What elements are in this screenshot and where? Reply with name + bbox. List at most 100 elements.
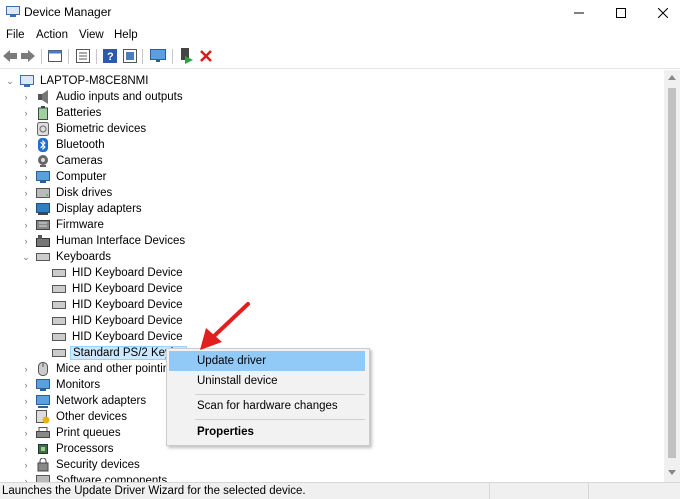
menu-bar: File Action View Help	[0, 26, 680, 45]
menu-view[interactable]: View	[79, 29, 104, 41]
back-button[interactable]	[2, 48, 18, 64]
toolbar: ?	[0, 45, 680, 69]
tree-item-hid-keyboard[interactable]: HID Keyboard Device	[52, 265, 185, 281]
back-icon	[3, 50, 17, 62]
tree-item-audio[interactable]: › Audio inputs and outputs	[20, 89, 185, 105]
device-label: HID Keyboard Device	[72, 267, 183, 279]
minimize-icon	[574, 12, 584, 14]
category-label: Network adapters	[56, 395, 147, 407]
chevron-down-icon[interactable]: ⌄	[20, 251, 32, 263]
chevron-right-icon[interactable]: ›	[20, 379, 32, 391]
menu-action[interactable]: Action	[36, 29, 68, 41]
scan-hardware-button[interactable]	[150, 48, 166, 64]
chevron-right-icon[interactable]: ›	[20, 123, 32, 135]
forward-icon	[21, 50, 35, 62]
device-label: HID Keyboard Device	[72, 315, 183, 327]
close-icon	[658, 8, 668, 18]
chevron-right-icon[interactable]: ›	[20, 395, 32, 407]
tree-item-cameras[interactable]: › Cameras	[20, 153, 105, 169]
tree-item-monitors[interactable]: › Monitors	[20, 377, 102, 393]
minimize-button[interactable]	[556, 0, 602, 26]
tree-item-bluetooth[interactable]: › Bluetooth	[20, 137, 107, 153]
chevron-right-icon[interactable]: ›	[20, 475, 32, 482]
chevron-right-icon[interactable]: ›	[20, 443, 32, 455]
category-label: Firmware	[56, 219, 104, 231]
menu-file[interactable]: File	[6, 29, 25, 41]
tree-item-display-adapters[interactable]: › Display adapters	[20, 201, 144, 217]
forward-button[interactable]	[20, 48, 36, 64]
enable-device-button[interactable]	[178, 48, 194, 64]
network-adapter-icon	[36, 394, 50, 408]
chevron-right-icon[interactable]: ›	[20, 363, 32, 375]
tree-item-hid[interactable]: › Human Interface Devices	[20, 233, 187, 249]
keyboard-icon	[36, 250, 50, 264]
category-label: Processors	[56, 443, 114, 455]
tree-item-processors[interactable]: › Processors	[20, 441, 116, 457]
battery-icon	[36, 106, 50, 120]
fingerprint-icon	[36, 122, 50, 136]
computer-icon	[20, 74, 34, 88]
keyboard-icon	[52, 346, 66, 360]
chevron-right-icon[interactable]: ›	[20, 107, 32, 119]
keyboard-icon	[52, 266, 66, 280]
category-label: Print queues	[56, 427, 121, 439]
chevron-right-icon[interactable]: ›	[20, 171, 32, 183]
computer-name: LAPTOP-M8CE8NMI	[40, 75, 149, 87]
update-driver-menu-item[interactable]: Update driver	[169, 351, 365, 371]
show-hide-icon	[76, 49, 90, 63]
tree-item-security[interactable]: › Security devices	[20, 457, 142, 473]
category-label: Audio inputs and outputs	[56, 91, 183, 103]
keyboard-icon	[52, 330, 66, 344]
keyboard-icon	[52, 298, 66, 312]
tree-item-biometric[interactable]: › Biometric devices	[20, 121, 148, 137]
scrollbar-thumb[interactable]	[668, 88, 676, 458]
maximize-button[interactable]	[598, 0, 644, 26]
chevron-right-icon[interactable]: ›	[20, 155, 32, 167]
chevron-right-icon[interactable]: ›	[20, 427, 32, 439]
chevron-right-icon[interactable]: ›	[20, 219, 32, 231]
chevron-right-icon[interactable]: ›	[20, 459, 32, 471]
tree-item-firmware[interactable]: › Firmware	[20, 217, 106, 233]
help-button[interactable]: ?	[102, 48, 118, 64]
tree-item-print-queues[interactable]: › Print queues	[20, 425, 123, 441]
show-hide-button[interactable]	[75, 48, 91, 64]
tree-item-other-devices[interactable]: › Other devices	[20, 409, 129, 425]
update-driver-button[interactable]	[122, 48, 138, 64]
tree-item-hid-keyboard[interactable]: HID Keyboard Device	[52, 329, 185, 345]
tree-item-hid-keyboard[interactable]: HID Keyboard Device	[52, 281, 185, 297]
chevron-right-icon[interactable]: ›	[20, 411, 32, 423]
tree-item-mice[interactable]: › Mice and other pointing	[20, 361, 178, 377]
chevron-right-icon[interactable]: ›	[20, 203, 32, 215]
close-button[interactable]	[640, 0, 680, 26]
tree-item-software-components[interactable]: › Software components	[20, 473, 169, 482]
keyboard-icon	[52, 314, 66, 328]
title-bar: Device Manager	[0, 0, 680, 26]
toolbar-separator	[96, 49, 97, 64]
properties-menu-item[interactable]: Properties	[169, 422, 365, 442]
chevron-right-icon[interactable]: ›	[20, 187, 32, 199]
tree-item-disk-drives[interactable]: › Disk drives	[20, 185, 114, 201]
chevron-down-icon[interactable]: ⌄	[4, 75, 16, 87]
tree-item-computer[interactable]: › Computer	[20, 169, 109, 185]
tree-item-network[interactable]: › Network adapters	[20, 393, 148, 409]
properties-button[interactable]	[47, 48, 63, 64]
scan-hardware-menu-item[interactable]: Scan for hardware changes	[169, 396, 365, 416]
menu-help[interactable]: Help	[114, 29, 138, 41]
tree-item-keyboards[interactable]: ⌄ Keyboards	[20, 249, 113, 265]
tree-item-batteries[interactable]: › Batteries	[20, 105, 103, 121]
svg-text:?: ?	[107, 51, 114, 63]
chevron-right-icon[interactable]: ›	[20, 139, 32, 151]
tree-item-hid-keyboard[interactable]: HID Keyboard Device	[52, 297, 185, 313]
processor-icon	[36, 442, 50, 456]
vertical-scrollbar[interactable]	[664, 70, 680, 482]
scroll-up-icon[interactable]	[668, 74, 676, 80]
scroll-down-icon[interactable]	[668, 470, 676, 476]
uninstall-device-menu-item[interactable]: Uninstall device	[169, 371, 365, 391]
chevron-right-icon[interactable]: ›	[20, 235, 32, 247]
uninstall-device-button[interactable]	[198, 48, 214, 64]
device-label: HID Keyboard Device	[72, 283, 183, 295]
chevron-right-icon[interactable]: ›	[20, 91, 32, 103]
tree-root[interactable]: ⌄ LAPTOP-M8CE8NMI	[4, 73, 150, 89]
camera-icon	[36, 154, 50, 168]
tree-item-hid-keyboard[interactable]: HID Keyboard Device	[52, 313, 185, 329]
